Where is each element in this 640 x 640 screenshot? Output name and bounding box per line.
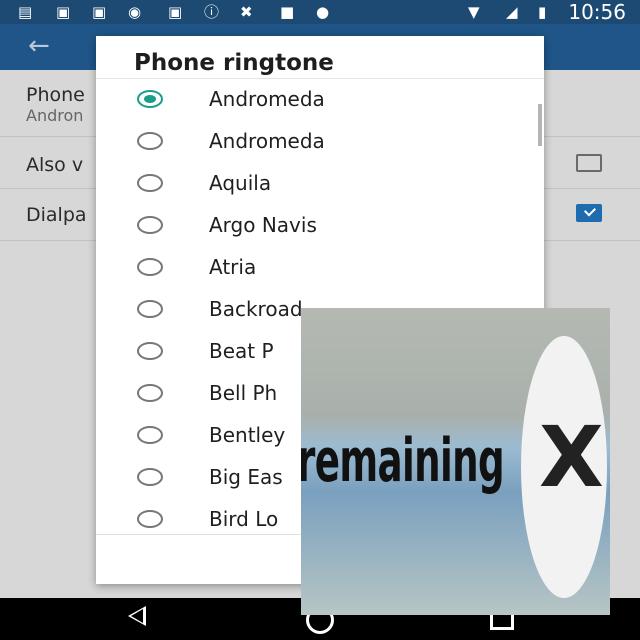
status-bar: ▤ ▣ ▣ ◉ ▣ ⓘ ✖ ■ ● ▼ ◢ ▮ 10:56 bbox=[0, 0, 640, 24]
no-location-icon: ✖ bbox=[240, 3, 253, 21]
ringtone-option[interactable]: Argo Navis bbox=[96, 204, 536, 246]
ringtone-label: Big Eas bbox=[209, 465, 283, 489]
radio-unselected-icon[interactable] bbox=[137, 342, 163, 360]
android-icon: ● bbox=[316, 3, 330, 21]
setting-title: Phone bbox=[26, 84, 85, 106]
setting-title: Dialpa bbox=[26, 204, 87, 226]
radio-unselected-icon[interactable] bbox=[137, 426, 163, 444]
ringtone-label: Bell Ph bbox=[209, 381, 278, 405]
radio-selected-icon[interactable] bbox=[137, 90, 163, 108]
ringtone-option[interactable]: Andromeda bbox=[96, 120, 536, 162]
ringtone-label: Atria bbox=[209, 255, 257, 279]
ringtone-label: Beat P bbox=[209, 339, 274, 363]
ad-text: remaining bbox=[301, 426, 505, 496]
eye-icon: ◉ bbox=[128, 3, 142, 21]
close-icon[interactable]: X bbox=[539, 412, 604, 502]
radio-unselected-icon[interactable] bbox=[137, 132, 163, 150]
ringtone-option[interactable]: Atria bbox=[96, 246, 536, 288]
facebook-icon: ▣ bbox=[168, 3, 183, 21]
ad-overlay[interactable]: remaining X bbox=[301, 308, 610, 615]
ringtone-label: Andromeda bbox=[209, 129, 325, 153]
ringtone-label: Argo Navis bbox=[209, 213, 317, 237]
ringtone-label: Bird Lo bbox=[209, 507, 279, 531]
facebook-icon: ▣ bbox=[56, 3, 71, 21]
lock-icon: ■ bbox=[280, 3, 295, 21]
radio-unselected-icon[interactable] bbox=[137, 468, 163, 486]
radio-unselected-icon[interactable] bbox=[137, 258, 163, 276]
wifi-icon: ▼ bbox=[468, 3, 480, 21]
nav-back-icon[interactable] bbox=[128, 606, 146, 626]
radio-unselected-icon[interactable] bbox=[137, 384, 163, 402]
ringtone-label: Bentley bbox=[209, 423, 286, 447]
dialog-title: Phone ringtone bbox=[134, 50, 334, 76]
setting-value: Andron bbox=[26, 106, 84, 125]
message-icon: ▤ bbox=[18, 3, 33, 21]
ringtone-option[interactable]: Aquila bbox=[96, 162, 536, 204]
no-signal-icon: ◢ bbox=[506, 3, 518, 21]
setting-title: Also v bbox=[26, 154, 84, 176]
ringtone-label: Aquila bbox=[209, 171, 272, 195]
clock: 10:56 bbox=[568, 0, 626, 24]
scrollbar[interactable] bbox=[538, 104, 542, 146]
radio-unselected-icon[interactable] bbox=[137, 510, 163, 528]
battery-charging-icon: ▮ bbox=[538, 3, 547, 21]
radio-unselected-icon[interactable] bbox=[137, 300, 163, 318]
info-icon: ⓘ bbox=[204, 3, 220, 21]
ringtone-option[interactable]: Andromeda bbox=[96, 78, 536, 120]
ringtone-label: Andromeda bbox=[209, 87, 325, 111]
radio-unselected-icon[interactable] bbox=[137, 216, 163, 234]
dialpad-checkbox[interactable] bbox=[576, 204, 602, 222]
vibrate-checkbox[interactable] bbox=[576, 154, 602, 172]
radio-unselected-icon[interactable] bbox=[137, 174, 163, 192]
ringtone-label: Backroad bbox=[209, 297, 303, 321]
facebook-icon: ▣ bbox=[92, 3, 107, 21]
back-arrow-icon[interactable]: ← bbox=[28, 32, 50, 60]
